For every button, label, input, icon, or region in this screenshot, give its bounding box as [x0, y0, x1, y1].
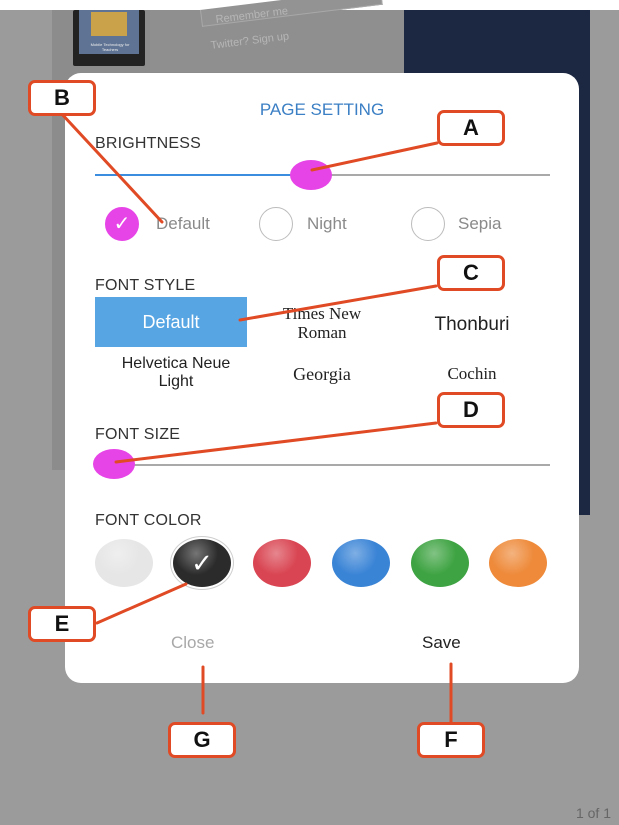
- callout-d: D: [437, 392, 505, 428]
- callout-e: E: [28, 606, 96, 642]
- font-option-times-new-roman[interactable]: Times New Roman: [257, 304, 387, 342]
- font-color-swatch-black[interactable]: ✓: [173, 539, 231, 587]
- background-tablet-caption: Mobile Technology for Teachers: [90, 42, 130, 52]
- font-option-helvetica-neue-light[interactable]: Helvetica Neue Light: [120, 355, 232, 391]
- font-size-slider-thumb[interactable]: [93, 449, 135, 479]
- check-icon: ✓: [191, 548, 213, 578]
- font-option-thonburi[interactable]: Thonburi: [407, 314, 537, 335]
- brightness-slider-thumb[interactable]: [290, 160, 332, 190]
- callout-b: B: [28, 80, 96, 116]
- brightness-night-radio[interactable]: [259, 207, 293, 241]
- page-indicator: 1 of 1: [575, 805, 611, 821]
- font-option-georgia[interactable]: Georgia: [257, 364, 387, 384]
- background-tablet-logo: [91, 12, 127, 36]
- callout-f: F: [417, 722, 485, 758]
- font-style-label: FONT STYLE: [95, 277, 196, 294]
- brightness-sepia-label[interactable]: Sepia: [458, 214, 501, 234]
- font-option-default[interactable]: Default: [95, 297, 247, 347]
- brightness-label: BRIGHTNESS: [95, 135, 202, 152]
- callout-c: C: [437, 255, 505, 291]
- font-color-swatch-green[interactable]: [411, 539, 469, 587]
- brightness-night-label[interactable]: Night: [307, 214, 347, 234]
- font-color-swatch-orange[interactable]: [489, 539, 547, 587]
- callout-g: G: [168, 722, 236, 758]
- font-option-cochin[interactable]: Cochin: [407, 364, 537, 383]
- brightness-default-radio[interactable]: ✓: [105, 207, 139, 241]
- font-color-label: FONT COLOR: [95, 512, 202, 529]
- brightness-slider-fill: [95, 174, 295, 176]
- page-setting-dialog: PAGE SETTING BRIGHTNESS ✓ Default Night …: [65, 73, 579, 683]
- font-size-slider-track[interactable]: [95, 464, 550, 466]
- font-color-swatch-blue[interactable]: [332, 539, 390, 587]
- close-button[interactable]: Close: [171, 633, 214, 653]
- font-color-swatch-white[interactable]: [95, 539, 153, 587]
- save-button[interactable]: Save: [422, 633, 461, 653]
- brightness-sepia-radio[interactable]: [411, 207, 445, 241]
- brightness-default-label[interactable]: Default: [156, 214, 210, 234]
- font-color-swatch-red[interactable]: [253, 539, 311, 587]
- callout-a: A: [437, 110, 505, 146]
- font-size-label: FONT SIZE: [95, 426, 181, 443]
